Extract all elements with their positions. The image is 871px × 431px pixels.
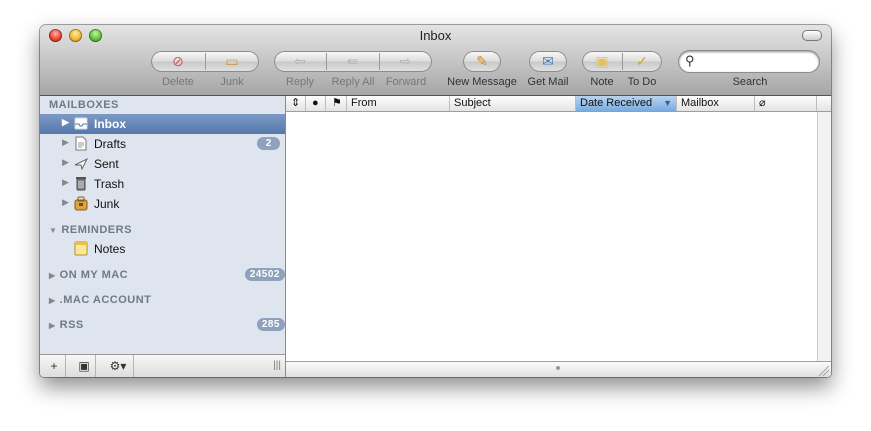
disclosure-triangle-icon[interactable]: ▶ xyxy=(49,271,56,280)
unread-dot-column-icon[interactable]: ● xyxy=(306,96,326,111)
group-on-my-mac[interactable]: ▶ ON MY MAC 24502 xyxy=(49,268,285,281)
sidebar-item-sent[interactable]: ▶ Sent xyxy=(40,154,285,174)
sidebar-item-label: Inbox xyxy=(94,117,126,131)
sidebar-item-label: Drafts xyxy=(94,137,127,151)
reply-label[interactable]: Reply xyxy=(278,76,322,88)
sent-icon xyxy=(74,156,89,171)
drafts-icon xyxy=(74,136,88,151)
unread-count-badge: 285 xyxy=(256,318,285,331)
reply-arrow-icon[interactable]: ⇦ xyxy=(274,51,326,72)
vertical-scrollbar[interactable] xyxy=(817,112,831,361)
toolbar-toggle-button[interactable] xyxy=(802,30,822,41)
reply-all-label[interactable]: Reply All xyxy=(326,76,380,88)
sidebar-item-label: Notes xyxy=(94,242,126,256)
unread-count-badge: 24502 xyxy=(244,268,285,281)
sidebar-item-junk[interactable]: ▶ Junk xyxy=(40,194,285,214)
sidebar-item-label: Sent xyxy=(94,157,119,171)
todo-check-icon[interactable]: ✓ xyxy=(622,51,662,72)
group-mac-account[interactable]: ▶ .MAC ACCOUNT xyxy=(49,294,151,306)
sidebar-item-label: Trash xyxy=(94,177,125,191)
column-label: Date Received xyxy=(580,97,653,109)
column-from[interactable]: From xyxy=(347,96,450,111)
reminders-header-label: REMINDERS xyxy=(61,224,132,236)
group-label: .MAC ACCOUNT xyxy=(59,294,152,306)
column-date-received[interactable]: Date Received ▼ xyxy=(576,96,677,111)
disclosure-triangle-icon[interactable]: ▶ xyxy=(49,296,56,305)
disclosure-triangle-icon[interactable]: ▶ xyxy=(62,137,69,148)
notes-icon xyxy=(74,241,88,256)
window-title: Inbox xyxy=(419,28,452,43)
reminders-header[interactable]: ▼ REMINDERS xyxy=(49,224,132,236)
message-list-header: ⇕ ● ⚑ From Subject Date Received ▼ Mailb… xyxy=(286,96,831,112)
delete-label[interactable]: Delete xyxy=(151,76,205,88)
trash-icon xyxy=(74,176,88,191)
message-list: ⇕ ● ⚑ From Subject Date Received ▼ Mailb… xyxy=(286,96,831,377)
flag-column-icon[interactable]: ⚑ xyxy=(326,96,347,111)
note-icon[interactable]: ▣ xyxy=(582,51,622,72)
sort-descending-icon: ▼ xyxy=(663,98,672,108)
new-message-label[interactable]: New Message xyxy=(442,76,522,88)
forward-arrow-icon[interactable]: ⇨ xyxy=(379,51,432,72)
compose-pencil-icon[interactable]: ✎ xyxy=(463,51,501,72)
search-label: Search xyxy=(732,76,768,88)
mailbox-sidebar: MAILBOXES ▶ Inbox ▶ Drafts 2 ▶ Sent ▶ Tr… xyxy=(40,96,286,354)
sidebar-item-drafts[interactable]: ▶ Drafts 2 xyxy=(40,134,285,154)
search-input[interactable]: ⚲ xyxy=(679,51,819,72)
sidebar-item-notes[interactable]: Notes xyxy=(40,239,285,259)
disclosure-triangle-icon[interactable]: ▶ xyxy=(62,197,69,208)
thread-column-icon[interactable]: ⇕ xyxy=(286,96,306,111)
show-photo-browser-button[interactable]: ▣ xyxy=(73,355,96,377)
action-gear-menu[interactable]: ⚙▾ xyxy=(103,355,134,377)
junk-label[interactable]: Junk xyxy=(205,76,259,88)
disclosure-triangle-icon[interactable]: ▶ xyxy=(62,117,69,128)
group-label: RSS xyxy=(59,319,84,331)
note-label[interactable]: Note xyxy=(584,76,620,88)
add-mailbox-button[interactable]: + xyxy=(43,355,66,377)
sidebar-item-trash[interactable]: ▶ Trash xyxy=(40,174,285,194)
reply-all-arrow-icon[interactable]: ⇚ xyxy=(326,51,379,72)
toolbar: Inbox ⊘ ▭ Delete Junk ⇦ ⇚ ⇨ Reply Reply … xyxy=(40,25,831,96)
sidebar-action-bar: + ▣ ⚙▾ ||| xyxy=(40,354,286,377)
attachment-column-icon[interactable]: ⌀ xyxy=(755,96,817,111)
disclosure-triangle-icon[interactable]: ▼ xyxy=(49,226,57,235)
split-grip-icon[interactable] xyxy=(556,366,560,370)
group-label: ON MY MAC xyxy=(59,269,129,281)
delete-icon[interactable]: ⊘ xyxy=(151,51,205,72)
sidebar-item-inbox[interactable]: ▶ Inbox xyxy=(40,114,285,134)
sidebar-resize-handle[interactable]: ||| xyxy=(273,360,281,371)
unread-count-badge: 2 xyxy=(257,137,280,150)
todo-label[interactable]: To Do xyxy=(622,76,662,88)
preview-split-bar[interactable] xyxy=(286,361,831,377)
get-mail-envelope-icon[interactable]: ✉ xyxy=(529,51,567,72)
mail-window: Inbox ⊘ ▭ Delete Junk ⇦ ⇚ ⇨ Reply Reply … xyxy=(40,25,831,377)
group-rss[interactable]: ▶ RSS 285 xyxy=(49,318,285,331)
sidebar-item-label: Junk xyxy=(94,197,120,211)
junk-bag-icon[interactable]: ▭ xyxy=(205,51,259,72)
disclosure-triangle-icon[interactable]: ▶ xyxy=(62,157,69,168)
forward-label[interactable]: Forward xyxy=(382,76,430,88)
window-resize-icon[interactable] xyxy=(819,366,829,376)
inbox-icon xyxy=(74,116,88,131)
mailboxes-header: MAILBOXES xyxy=(49,99,119,111)
disclosure-triangle-icon[interactable]: ▶ xyxy=(49,321,56,330)
disclosure-triangle-icon[interactable]: ▶ xyxy=(62,177,69,188)
junk-icon xyxy=(74,196,88,211)
column-mailbox[interactable]: Mailbox xyxy=(677,96,755,111)
get-mail-label[interactable]: Get Mail xyxy=(524,76,572,88)
search-icon: ⚲ xyxy=(685,53,695,68)
column-subject[interactable]: Subject xyxy=(450,96,576,111)
